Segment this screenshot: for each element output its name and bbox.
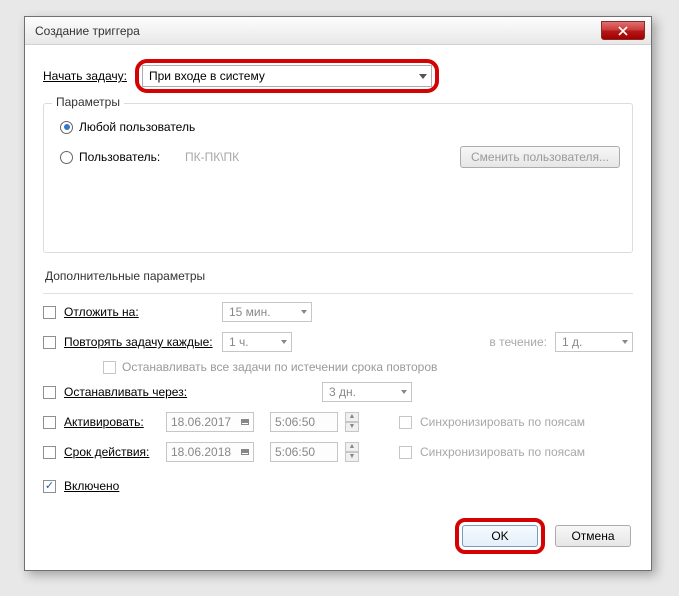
expire-date[interactable]: 18.06.2018 (166, 442, 254, 462)
start-task-value: При входе в систему (149, 69, 265, 83)
stop-after-value: 3 дн. (329, 385, 356, 399)
repeat-value: 1 ч. (229, 335, 249, 349)
stop-after-row: Останавливать через: 3 дн. (43, 380, 633, 404)
activate-label: Активировать: (64, 415, 158, 429)
activate-date[interactable]: 18.06.2017 (166, 412, 254, 432)
titlebar: Создание триггера (25, 17, 651, 45)
dialog-content: Начать задачу: При входе в систему Парам… (25, 45, 651, 516)
expire-row: Срок действия: 18.06.2018 5:06:50 ▲▼ Син… (43, 440, 633, 464)
delay-label: Отложить на: (64, 305, 214, 319)
advanced-title: Дополнительные параметры (45, 269, 633, 283)
repeat-combo[interactable]: 1 ч. (222, 332, 292, 352)
expire-date-value: 18.06.2018 (171, 445, 231, 459)
expire-time-value: 5:06:50 (275, 445, 315, 459)
calendar-icon (241, 419, 249, 425)
stop-after-combo[interactable]: 3 дн. (322, 382, 412, 402)
user-value: ПК-ПК\ПК (185, 150, 454, 164)
change-user-button[interactable]: Сменить пользователя... (460, 146, 620, 168)
sync-label-1: Синхронизировать по поясам (420, 415, 585, 429)
any-user-label: Любой пользователь (79, 120, 195, 134)
create-trigger-dialog: Создание триггера Начать задачу: При вхо… (24, 16, 652, 571)
expire-checkbox[interactable] (43, 446, 56, 459)
specific-user-row[interactable]: Пользователь: ПК-ПК\ПК Сменить пользоват… (60, 146, 620, 168)
repeat-row: Повторять задачу каждые: 1 ч. в течение:… (43, 330, 633, 354)
enabled-checkbox[interactable] (43, 480, 56, 493)
sync-checkbox-2[interactable] (399, 446, 412, 459)
expire-time[interactable]: 5:06:50 (270, 442, 338, 462)
start-task-row: Начать задачу: При входе в систему (43, 59, 633, 93)
close-icon (618, 26, 628, 36)
ok-button[interactable]: OK (462, 525, 538, 547)
settings-group-title: Параметры (52, 95, 124, 109)
chevron-down-icon (419, 74, 427, 79)
activate-date-value: 18.06.2017 (171, 415, 231, 429)
window-title: Создание триггера (35, 24, 601, 38)
sync-label-2: Синхронизировать по поясам (420, 445, 585, 459)
time-spinner[interactable]: ▲▼ (345, 442, 359, 462)
for-value: 1 д. (562, 335, 582, 349)
stop-all-checkbox[interactable] (103, 361, 116, 374)
sync-checkbox-1[interactable] (399, 416, 412, 429)
delay-row: Отложить на: 15 мин. (43, 300, 633, 324)
dialog-footer: OK Отмена (455, 518, 631, 554)
activate-checkbox[interactable] (43, 416, 56, 429)
settings-group: Параметры Любой пользователь Пользовател… (43, 103, 633, 253)
chevron-down-icon (401, 390, 407, 394)
user-label: Пользователь: (79, 150, 179, 164)
delay-checkbox[interactable] (43, 306, 56, 319)
chevron-down-icon (281, 340, 287, 344)
expire-label: Срок действия: (64, 445, 158, 459)
enabled-label: Включено (64, 479, 119, 493)
activate-time-value: 5:06:50 (275, 415, 315, 429)
start-task-combo[interactable]: При входе в систему (142, 65, 432, 87)
highlight-start-combo: При входе в систему (135, 59, 439, 93)
start-task-label: Начать задачу: (43, 69, 127, 83)
activate-row: Активировать: 18.06.2017 5:06:50 ▲▼ Синх… (43, 410, 633, 434)
time-spinner[interactable]: ▲▼ (345, 412, 359, 432)
for-label: в течение: (489, 335, 547, 349)
radio-specific-user[interactable] (60, 151, 73, 164)
calendar-icon (241, 449, 249, 455)
divider (43, 293, 633, 294)
delay-combo[interactable]: 15 мин. (222, 302, 312, 322)
any-user-row[interactable]: Любой пользователь (60, 120, 620, 134)
stop-after-checkbox[interactable] (43, 386, 56, 399)
stop-after-label: Останавливать через: (64, 385, 314, 399)
stop-all-row: Останавливать все задачи по истечении ср… (103, 360, 633, 374)
chevron-down-icon (622, 340, 628, 344)
radio-any-user[interactable] (60, 121, 73, 134)
activate-time[interactable]: 5:06:50 (270, 412, 338, 432)
repeat-label: Повторять задачу каждые: (64, 335, 214, 349)
enabled-row: Включено (43, 474, 633, 498)
for-combo[interactable]: 1 д. (555, 332, 633, 352)
repeat-checkbox[interactable] (43, 336, 56, 349)
cancel-button[interactable]: Отмена (555, 525, 631, 547)
stop-all-label: Останавливать все задачи по истечении ср… (122, 360, 437, 374)
chevron-down-icon (301, 310, 307, 314)
highlight-ok: OK (455, 518, 545, 554)
close-button[interactable] (601, 21, 645, 40)
delay-value: 15 мин. (229, 305, 271, 319)
